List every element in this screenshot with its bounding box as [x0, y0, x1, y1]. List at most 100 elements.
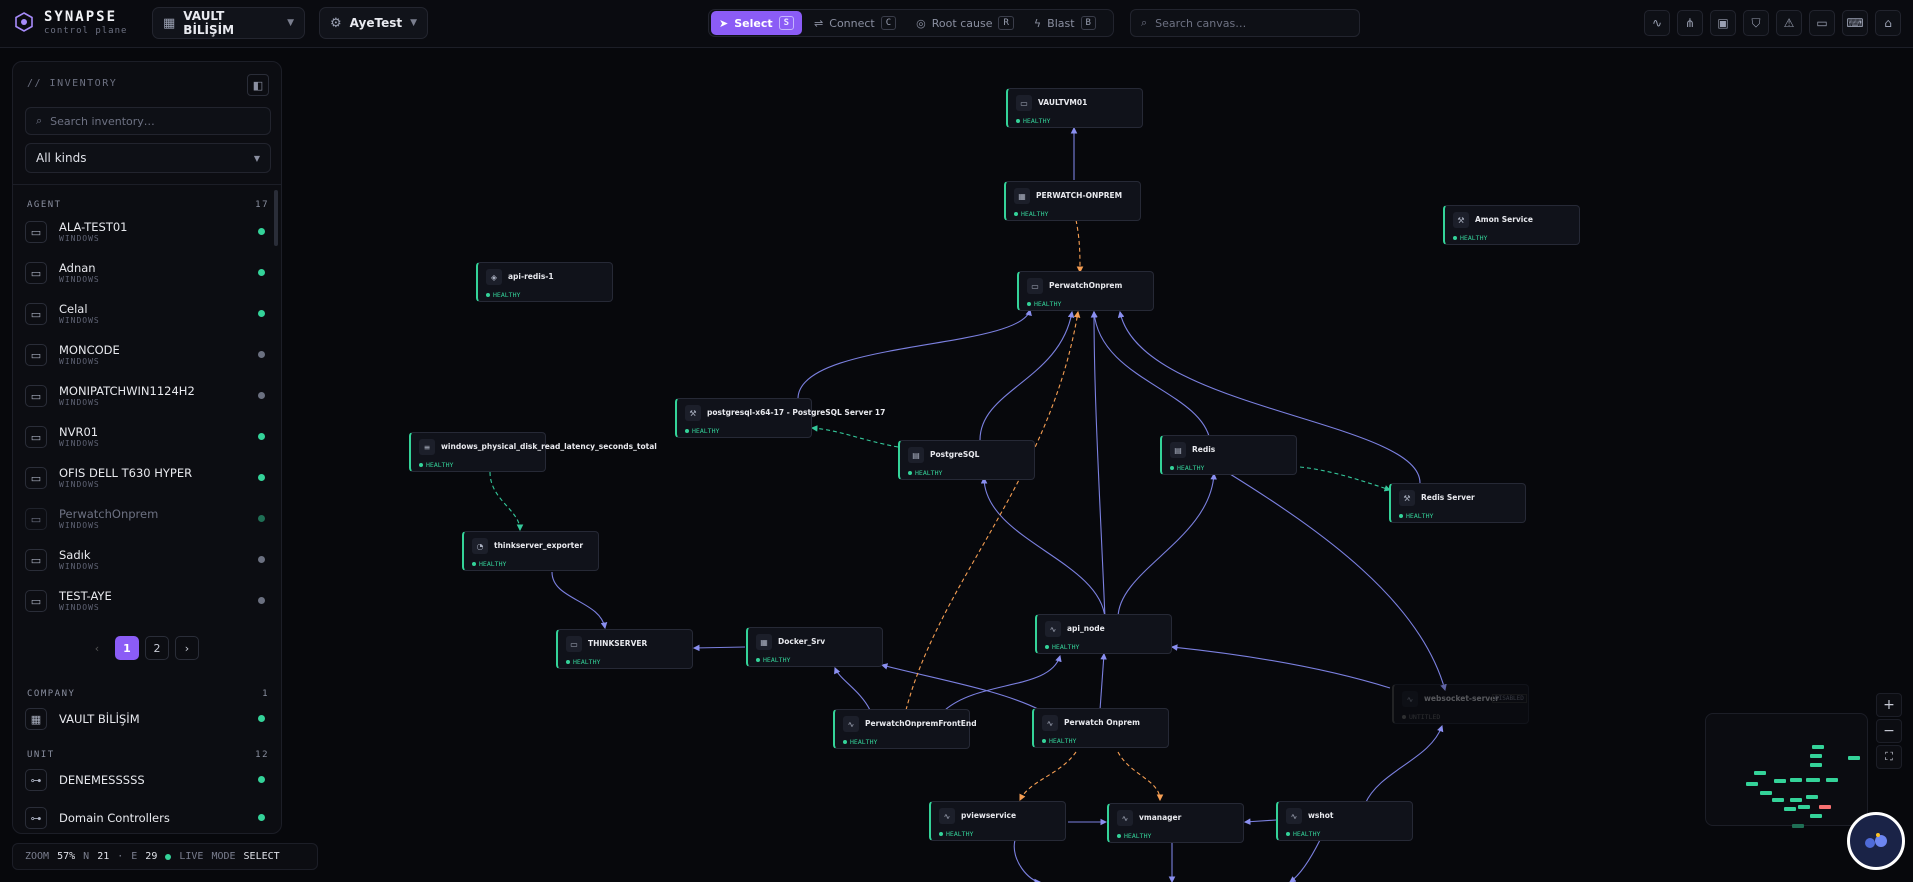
edge [880, 663, 1041, 711]
list-item-unit[interactable]: ⊶ Domain Controllers [25, 799, 265, 833]
fit-view-button[interactable]: ⛶ [1876, 745, 1902, 769]
node-thinkserver[interactable]: ▭ THINKSERVER HEALTHY [556, 629, 693, 669]
node-vaultvm01[interactable]: ▭ VAULTVM01 HEALTHY [1006, 88, 1143, 128]
zoom-out-button[interactable]: − [1876, 719, 1902, 743]
edge [1117, 751, 1164, 802]
zoom-in-button[interactable]: + [1876, 693, 1902, 717]
node-pviewservice[interactable]: ∿ pviewservice HEALTHY [929, 801, 1066, 841]
section-unit: UNIT 12 [27, 750, 269, 760]
monitor-icon: ▭ [25, 467, 47, 489]
list-item-unit[interactable]: ⊶ DENEMESSSSS [25, 761, 265, 799]
monitor-icon: ▭ [1016, 95, 1032, 111]
node-redis-server[interactable]: ⚒ Redis Server HEALTHY [1389, 483, 1526, 523]
page-1-button[interactable]: 1 [115, 636, 139, 660]
status-dot [258, 776, 265, 783]
list-item-agent[interactable]: ▭ MONCODE WINDOWS [25, 336, 265, 374]
edge [1364, 724, 1444, 805]
list-item-agent[interactable]: ▭ PerwatchOnprem WINDOWS [25, 500, 265, 538]
edge [1091, 310, 1211, 441]
list-item-agent[interactable]: ▭ ALA-TEST01 WINDOWS [25, 213, 265, 251]
pulse-icon: ∿ [1045, 621, 1061, 637]
inventory-title: // INVENTORY [27, 78, 118, 89]
edge [810, 425, 899, 448]
list-item-agent[interactable]: ▭ Celal WINDOWS [25, 295, 265, 333]
edge [1289, 839, 1321, 882]
status-dot [258, 433, 265, 440]
node-websocket-server[interactable]: ∿ websocket-server DISABLED UNTITLED [1392, 684, 1529, 724]
monitor-icon: ▭ [25, 549, 47, 571]
database-icon: ▤ [908, 447, 924, 463]
list-item-agent[interactable]: ▭ NVR01 WINDOWS [25, 418, 265, 456]
kind-filter-select[interactable]: All kinds ▼ [25, 143, 271, 173]
edge [1299, 466, 1392, 492]
minimap[interactable] [1705, 713, 1868, 828]
list-item-company[interactable]: ▦ VAULT BİLİŞİM [25, 700, 265, 738]
edge [797, 308, 1032, 399]
docker-icon: ▦ [756, 634, 772, 650]
node-perwatch-frontend[interactable]: ∿ PerwatchOnpremFrontEnd HEALTHY [833, 709, 977, 749]
assistant-button[interactable] [1847, 812, 1905, 870]
list-item-agent[interactable]: ▭ TEST-AYE WINDOWS [25, 582, 265, 620]
monitor-icon: ▭ [25, 303, 47, 325]
cube-icon: ◈ [486, 269, 502, 285]
node-redis[interactable]: ▤ Redis HEALTHY [1160, 435, 1297, 475]
node-vmanager[interactable]: ∿ vmanager HEALTHY [1107, 803, 1244, 843]
docker-icon: ▦ [1014, 188, 1030, 204]
collapse-panel-icon[interactable]: ◧ [247, 74, 269, 96]
section-agent: AGENT 17 [27, 200, 269, 210]
node-api-node[interactable]: ∿ api_node HEALTHY [1035, 614, 1172, 654]
prev-page-button[interactable]: ‹ [85, 636, 109, 660]
status-dot [258, 474, 265, 481]
edge [1099, 652, 1107, 711]
monitor-icon: ▭ [25, 426, 47, 448]
node-postgresql[interactable]: ▤ PostgreSQL HEALTHY [898, 440, 1035, 480]
list-item-agent[interactable]: ▭ OFIS DELL T630 HYPER WINDOWS [25, 459, 265, 497]
node-postgresql-x64[interactable]: ⚒ postgresql-x64-17 - PostgreSQL Server 1… [675, 398, 885, 438]
monitor-icon: ▭ [25, 221, 47, 243]
node-thinkserver-exporter[interactable]: ◔ thinkserver_exporter HEALTHY [462, 531, 599, 571]
inventory-search-input[interactable]: ⌕ Search inventory… [25, 107, 271, 135]
list-item-agent[interactable]: ▭ Sadık WINDOWS [25, 541, 265, 579]
edge [1243, 818, 1277, 825]
monitor-icon: ▭ [25, 385, 47, 407]
node-perwatch-onprem-svc[interactable]: ∿ Perwatch Onprem HEALTHY [1032, 708, 1169, 748]
zoom-controls: + − ⛶ [1876, 693, 1902, 769]
edge [1117, 472, 1217, 619]
edge [1090, 310, 1106, 619]
edge [1019, 751, 1077, 801]
pulse-icon: ∿ [1042, 715, 1058, 731]
node-amon-service[interactable]: ⚒ Amon Service HEALTHY [1443, 205, 1580, 245]
edge [489, 471, 524, 532]
section-company: COMPANY 1 [27, 689, 269, 699]
pulse-icon: ∿ [939, 808, 955, 824]
node-win-disk-metric[interactable]: ≡ windows_physical_disk_read_latency_seco… [409, 432, 657, 472]
tree-icon: ⊶ [25, 807, 47, 829]
edge-count: 29 [145, 851, 158, 862]
node-perwatchonprem[interactable]: ▭ PerwatchOnprem HEALTHY [1017, 271, 1154, 311]
status-dot [258, 715, 265, 722]
status-bar: ZOOM 57% N 21 · E 29 LIVE MODE SELECT [12, 843, 318, 870]
pulse-icon: ∿ [1402, 691, 1418, 707]
edge [1170, 644, 1391, 689]
monitor-icon: ▭ [25, 344, 47, 366]
node-count: 21 [97, 851, 110, 862]
next-page-button[interactable]: › [175, 636, 199, 660]
monitor-icon: ▭ [25, 262, 47, 284]
node-api-redis-1[interactable]: ◈ api-redis-1 HEALTHY [476, 262, 613, 302]
list-item-agent[interactable]: ▭ MONIPATCHWIN1124H2 WINDOWS [25, 377, 265, 415]
edge [834, 666, 871, 711]
search-icon: ⌕ [36, 114, 43, 127]
monitor-icon: ▭ [25, 590, 47, 612]
node-docker-srv[interactable]: ▦ Docker_Srv HEALTHY [746, 627, 883, 667]
scrollbar[interactable] [274, 190, 278, 246]
wrench-icon: ⚒ [685, 405, 701, 421]
status-dot [258, 814, 265, 821]
node-wshot[interactable]: ∿ wshot HEALTHY [1276, 801, 1413, 841]
divider [13, 184, 281, 185]
edge [551, 571, 608, 630]
node-perwatch-onprem-top[interactable]: ▦ PERWATCH-ONPREM HEALTHY [1004, 181, 1141, 221]
wrench-icon: ⚒ [1453, 212, 1469, 228]
database-icon: ▤ [1170, 442, 1186, 458]
list-item-agent[interactable]: ▭ Adnan WINDOWS [25, 254, 265, 292]
page-2-button[interactable]: 2 [145, 636, 169, 660]
